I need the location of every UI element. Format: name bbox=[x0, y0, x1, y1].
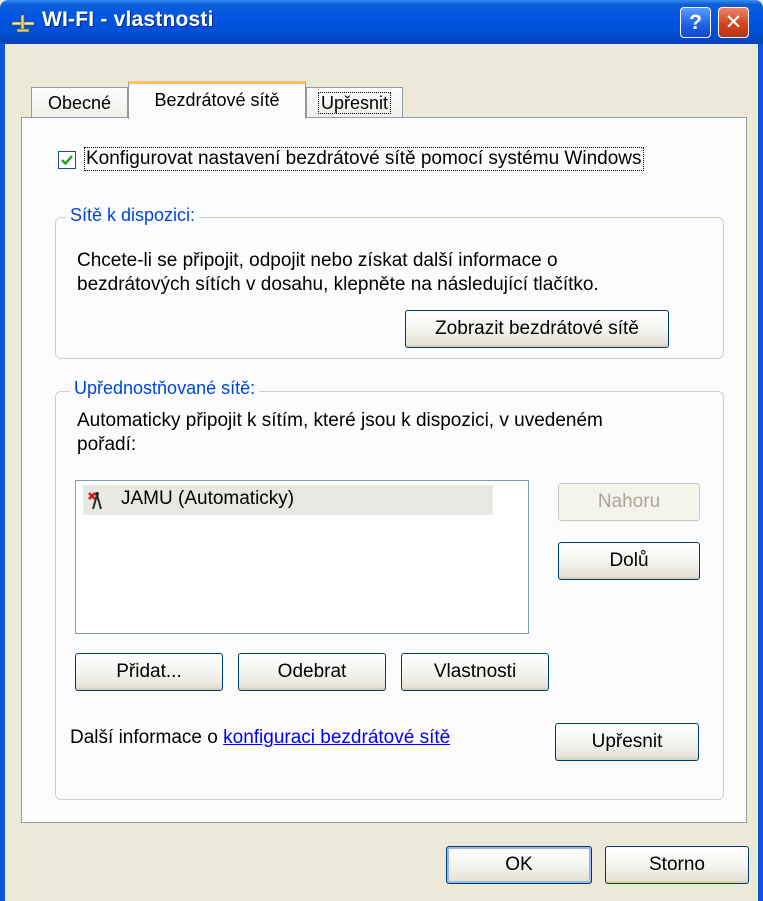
help-button[interactable]: ? bbox=[680, 7, 711, 38]
move-up-button[interactable]: Nahoru bbox=[558, 483, 700, 521]
preferred-networks-title: Upřednostňované sítě: bbox=[70, 378, 260, 399]
available-networks-description-line1: Chcete-li se připojit, odpojit nebo získ… bbox=[77, 250, 558, 271]
window-frame-left bbox=[0, 44, 5, 901]
configure-checkbox-label[interactable]: Konfigurovat nastavení bezdrátové sítě p… bbox=[84, 147, 644, 171]
title-bar[interactable]: WI-FI - vlastnosti ? ✕ bbox=[0, 0, 763, 44]
advanced-button[interactable]: Upřesnit bbox=[555, 723, 699, 761]
tab-advanced[interactable]: Upřesnit bbox=[306, 87, 403, 119]
more-info-prefix: Další informace o bbox=[70, 727, 224, 748]
properties-button[interactable]: Vlastnosti bbox=[401, 653, 549, 691]
available-networks-description-line2: bezdrátových sítích v dosahu, klepněte n… bbox=[77, 274, 599, 295]
preferred-networks-description-line1: Automaticky připojit k sítím, které jsou… bbox=[77, 410, 603, 431]
preferred-networks-list[interactable]: JAMU (Automaticky) bbox=[75, 480, 529, 634]
add-button[interactable]: Přidat... bbox=[75, 653, 223, 691]
tab-wireless-networks[interactable]: Bezdrátové sítě bbox=[128, 81, 306, 119]
close-button[interactable]: ✕ bbox=[718, 7, 749, 38]
tab-general[interactable]: Obecné bbox=[31, 87, 128, 119]
remove-button[interactable]: Odebrat bbox=[238, 653, 386, 691]
list-item-label: JAMU (Automaticky) bbox=[121, 488, 295, 509]
window-title: WI-FI - vlastnosti bbox=[42, 8, 214, 31]
available-networks-title: Sítě k dispozici: bbox=[66, 205, 200, 226]
more-info-text: Další informace o konfiguraci bezdrátové… bbox=[70, 727, 450, 749]
wireless-network-disconnected-icon bbox=[88, 491, 102, 510]
wireless-config-link[interactable]: konfiguraci bezdrátové sítě bbox=[223, 727, 450, 748]
configure-checkbox[interactable] bbox=[58, 151, 76, 169]
checkmark-icon bbox=[61, 155, 73, 166]
preferred-networks-description-line2: pořadí: bbox=[77, 434, 137, 455]
tab-advanced-label: Upřesnit bbox=[317, 92, 392, 114]
window-frame-right bbox=[758, 44, 763, 901]
list-item[interactable]: JAMU (Automaticky) bbox=[83, 485, 493, 515]
ok-button[interactable]: OK bbox=[446, 846, 592, 884]
properties-dialog: WI-FI - vlastnosti ? ✕ Obecné Bezdrátové… bbox=[0, 0, 763, 901]
cancel-button[interactable]: Storno bbox=[605, 846, 749, 884]
view-wireless-networks-button[interactable]: Zobrazit bezdrátové sítě bbox=[405, 310, 669, 348]
network-connection-icon bbox=[11, 14, 35, 33]
move-down-button[interactable]: Dolů bbox=[558, 542, 700, 580]
